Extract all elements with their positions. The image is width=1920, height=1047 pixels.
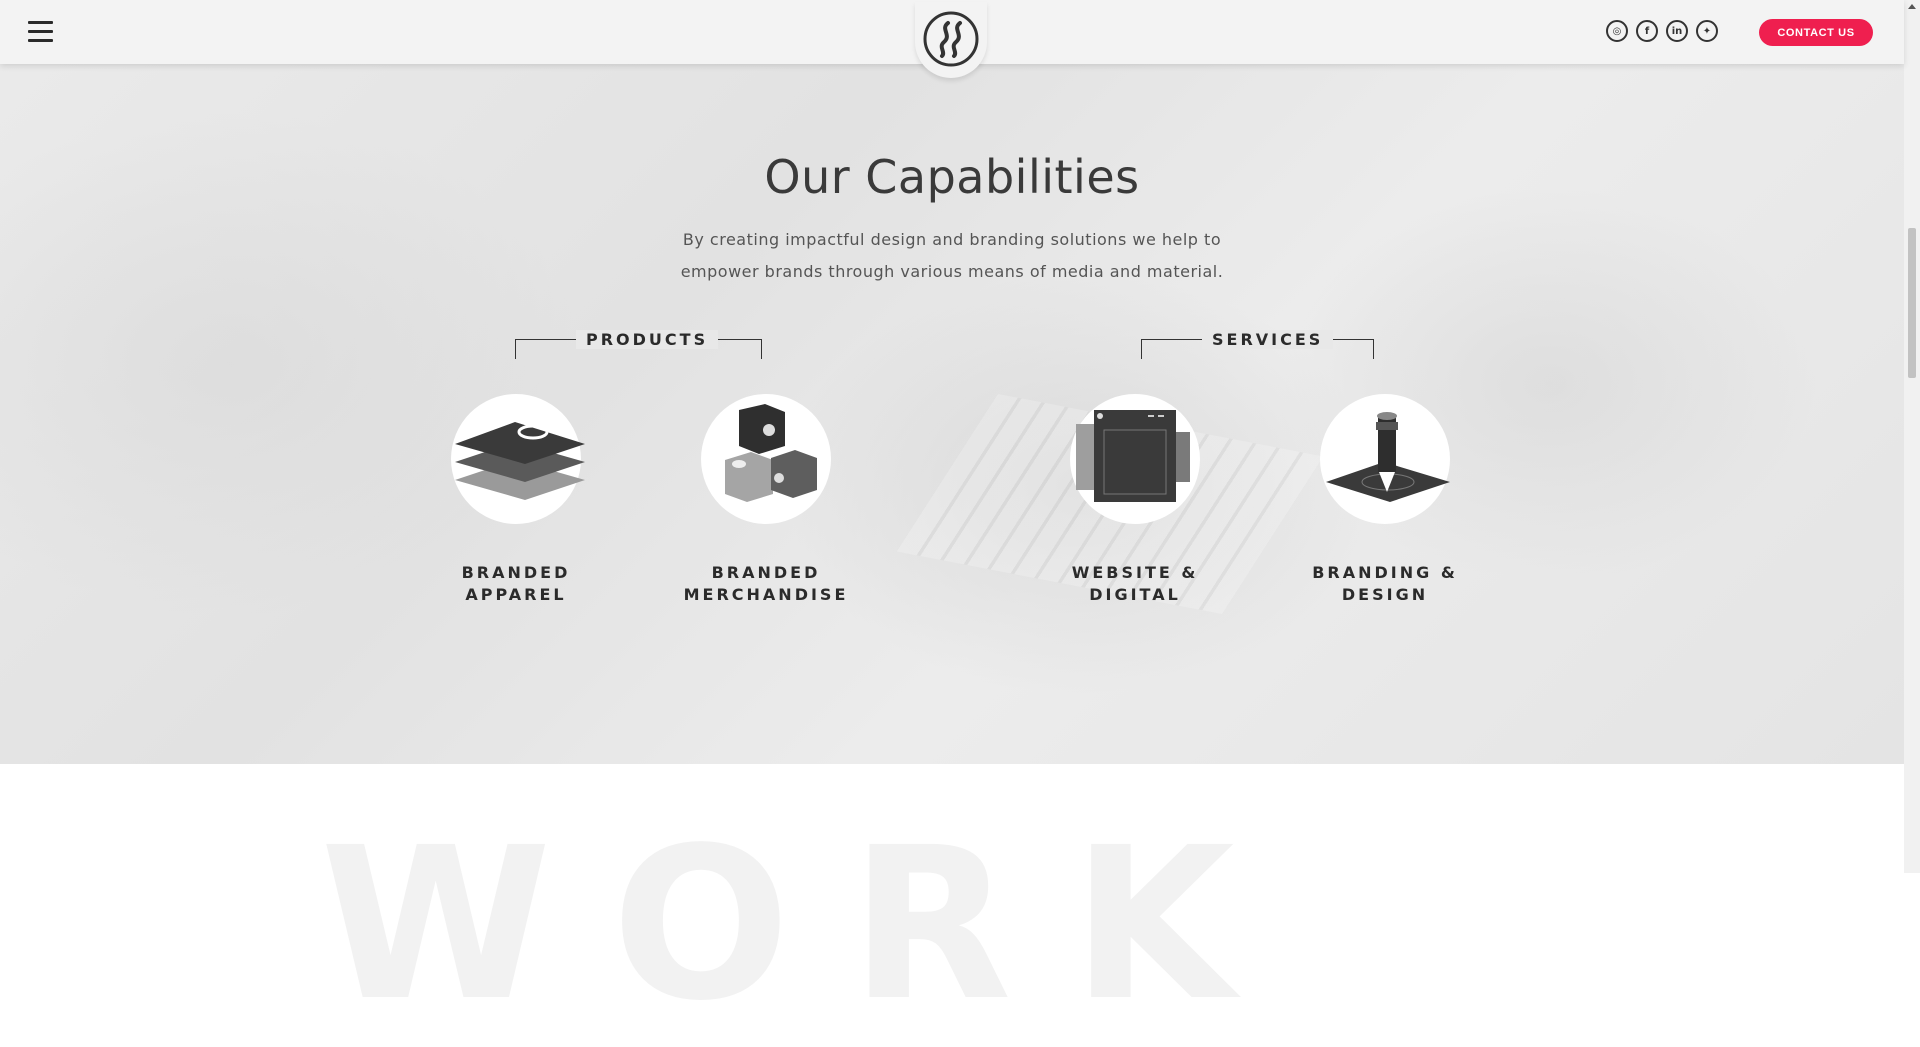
branding-icon-circle <box>1320 394 1450 524</box>
site-header: ◎ f in ✦ CONTACT US <box>0 0 1904 78</box>
section-subtitle: By creating impactful design and brandin… <box>652 224 1252 288</box>
site-logo[interactable] <box>915 2 987 78</box>
devices-icon <box>1076 410 1190 502</box>
facebook-icon[interactable]: f <box>1636 20 1658 42</box>
scrollbar-thumb[interactable] <box>1908 228 1916 378</box>
subtitle-line-2: empower brands through various means of … <box>680 262 1224 281</box>
section-title: Our Capabilities <box>764 150 1140 204</box>
merchandise-icon-circle <box>701 394 831 524</box>
apparel-label-line-2: APPAREL <box>465 585 567 604</box>
branding-label-line-2: DESIGN <box>1341 585 1429 604</box>
website-icon-circle <box>1070 394 1200 524</box>
contact-us-button[interactable]: CONTACT US <box>1759 19 1873 46</box>
ss-logo-icon <box>923 11 979 67</box>
subtitle-line-1: By creating impactful design and brandin… <box>682 230 1222 249</box>
linkedin-icon[interactable]: in <box>1666 20 1688 42</box>
capability-branded-merchandise[interactable]: BRANDED MERCHANDISE <box>666 394 866 606</box>
capability-branded-apparel[interactable]: BRANDED APPAREL <box>416 394 616 606</box>
boxes-icon <box>725 404 817 502</box>
website-label-line-1: WEBSITE & <box>1071 563 1199 582</box>
hamburger-menu-icon[interactable] <box>28 21 53 43</box>
apparel-icon-circle <box>451 394 585 524</box>
twitter-icon[interactable]: ✦ <box>1696 20 1718 42</box>
page-scrollbar[interactable] <box>1904 0 1920 873</box>
social-links: ◎ f in ✦ <box>1606 20 1718 42</box>
apparel-label-line-1: BRANDED <box>461 563 571 582</box>
scroll-up-icon[interactable] <box>1908 4 1916 9</box>
merchandise-label-line-2: MERCHANDISE <box>683 585 849 604</box>
capability-website-digital[interactable]: WEBSITE & DIGITAL <box>1035 394 1235 606</box>
website-label-line-2: DIGITAL <box>1089 585 1181 604</box>
products-heading: PRODUCTS <box>576 330 719 349</box>
capability-branding-design[interactable]: BRANDING & DESIGN <box>1285 394 1485 606</box>
stacked-shirts-icon <box>455 422 585 500</box>
instagram-icon[interactable]: ◎ <box>1606 20 1628 42</box>
merchandise-label-line-1: BRANDED <box>711 563 821 582</box>
branding-label-line-1: BRANDING & <box>1312 563 1458 582</box>
work-watermark: WORK <box>320 802 1295 1047</box>
stamp-pen-icon <box>1326 412 1450 502</box>
services-heading: SERVICES <box>1202 330 1334 349</box>
